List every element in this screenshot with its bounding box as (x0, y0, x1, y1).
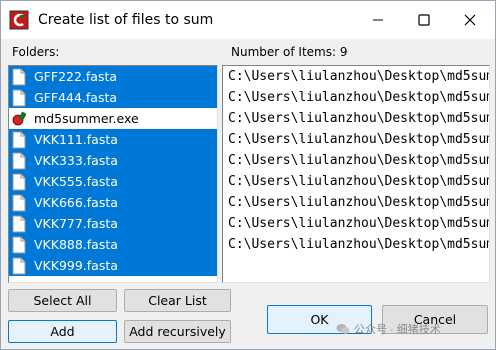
item-path[interactable]: C:\Users\liulanzhou\Desktop\md5sum (223, 234, 489, 255)
file-list-item[interactable]: VKK999.fasta (9, 255, 217, 276)
item-path[interactable]: C:\Users\liulanzhou\Desktop\md5sum (223, 108, 489, 129)
file-icon (12, 173, 26, 190)
file-name: GFF444.fasta (34, 90, 118, 105)
item-path[interactable]: C:\Users\liulanzhou\Desktop\md5sum (223, 213, 489, 234)
file-name: VKK111.fasta (34, 132, 118, 147)
close-icon (464, 14, 476, 26)
file-name: GFF222.fasta (34, 69, 118, 84)
file-list-item[interactable]: VKK888.fasta (9, 234, 217, 255)
file-name: VKK555.fasta (34, 174, 118, 189)
file-list-item[interactable]: GFF222.fasta (9, 66, 217, 87)
clear-list-button[interactable]: Clear List (124, 289, 231, 312)
folders-list[interactable]: GFF222.fasta GFF444.fasta md5summer.exe … (8, 65, 218, 283)
file-list-item[interactable]: VKK555.fasta (9, 171, 217, 192)
file-list-item[interactable]: VKK666.fasta (9, 192, 217, 213)
items-list[interactable]: C:\Users\liulanzhou\Desktop\md5sum C:\Us… (222, 65, 490, 283)
maximize-button[interactable] (401, 1, 447, 39)
wechat-icon (336, 324, 350, 334)
file-list-item[interactable]: VKK333.fasta (9, 150, 217, 171)
watermark-text: 公众号 · 细猪技术 (354, 324, 441, 336)
file-icon (12, 131, 26, 148)
file-icon (12, 89, 26, 106)
items-count-label: Number of Items: 9 (231, 45, 348, 59)
item-path[interactable]: C:\Users\liulanzhou\Desktop\md5sum (223, 192, 489, 213)
file-list-item[interactable]: VKK111.fasta (9, 129, 217, 150)
item-path[interactable]: C:\Users\liulanzhou\Desktop\md5sum (223, 66, 489, 87)
item-path[interactable]: C:\Users\liulanzhou\Desktop\md5sum (223, 150, 489, 171)
file-list-item[interactable]: GFF444.fasta (9, 87, 217, 108)
file-list-item[interactable]: md5summer.exe (9, 108, 217, 129)
window-title: Create list of files to sum (38, 12, 214, 28)
md5summer-app-icon (12, 111, 26, 125)
minimize-icon (373, 19, 383, 21)
file-icon (12, 257, 26, 274)
file-icon (12, 194, 26, 211)
select-all-button[interactable]: Select All (8, 289, 117, 312)
file-list-item[interactable]: VKK777.fasta (9, 213, 217, 234)
add-button[interactable]: Add (8, 320, 117, 343)
file-icon (12, 215, 26, 232)
folders-label: Folders: (12, 45, 60, 59)
add-recursively-button[interactable]: Add recursively (124, 320, 231, 343)
file-name: VKK777.fasta (34, 216, 118, 231)
file-name: VKK666.fasta (34, 195, 118, 210)
file-icon (12, 152, 26, 169)
close-button[interactable] (447, 1, 493, 39)
md5summer-app-icon (9, 10, 29, 30)
file-name: VKK333.fasta (34, 153, 118, 168)
dialog-window: Create list of files to sum Folders: Num… (0, 0, 496, 350)
file-icon (12, 68, 26, 85)
item-path[interactable]: C:\Users\liulanzhou\Desktop\md5sum (223, 87, 489, 108)
file-name: VKK999.fasta (34, 258, 118, 273)
minimize-button[interactable] (355, 1, 401, 39)
watermark: 公众号 · 细猪技术 (336, 321, 441, 337)
item-path[interactable]: C:\Users\liulanzhou\Desktop\md5sum (223, 129, 489, 150)
title-bar[interactable]: Create list of files to sum (1, 1, 495, 39)
item-path[interactable]: C:\Users\liulanzhou\Desktop\md5sum (223, 171, 489, 192)
maximize-icon (418, 14, 430, 26)
file-name: md5summer.exe (34, 111, 139, 126)
file-icon (12, 236, 26, 253)
file-name: VKK888.fasta (34, 237, 118, 252)
